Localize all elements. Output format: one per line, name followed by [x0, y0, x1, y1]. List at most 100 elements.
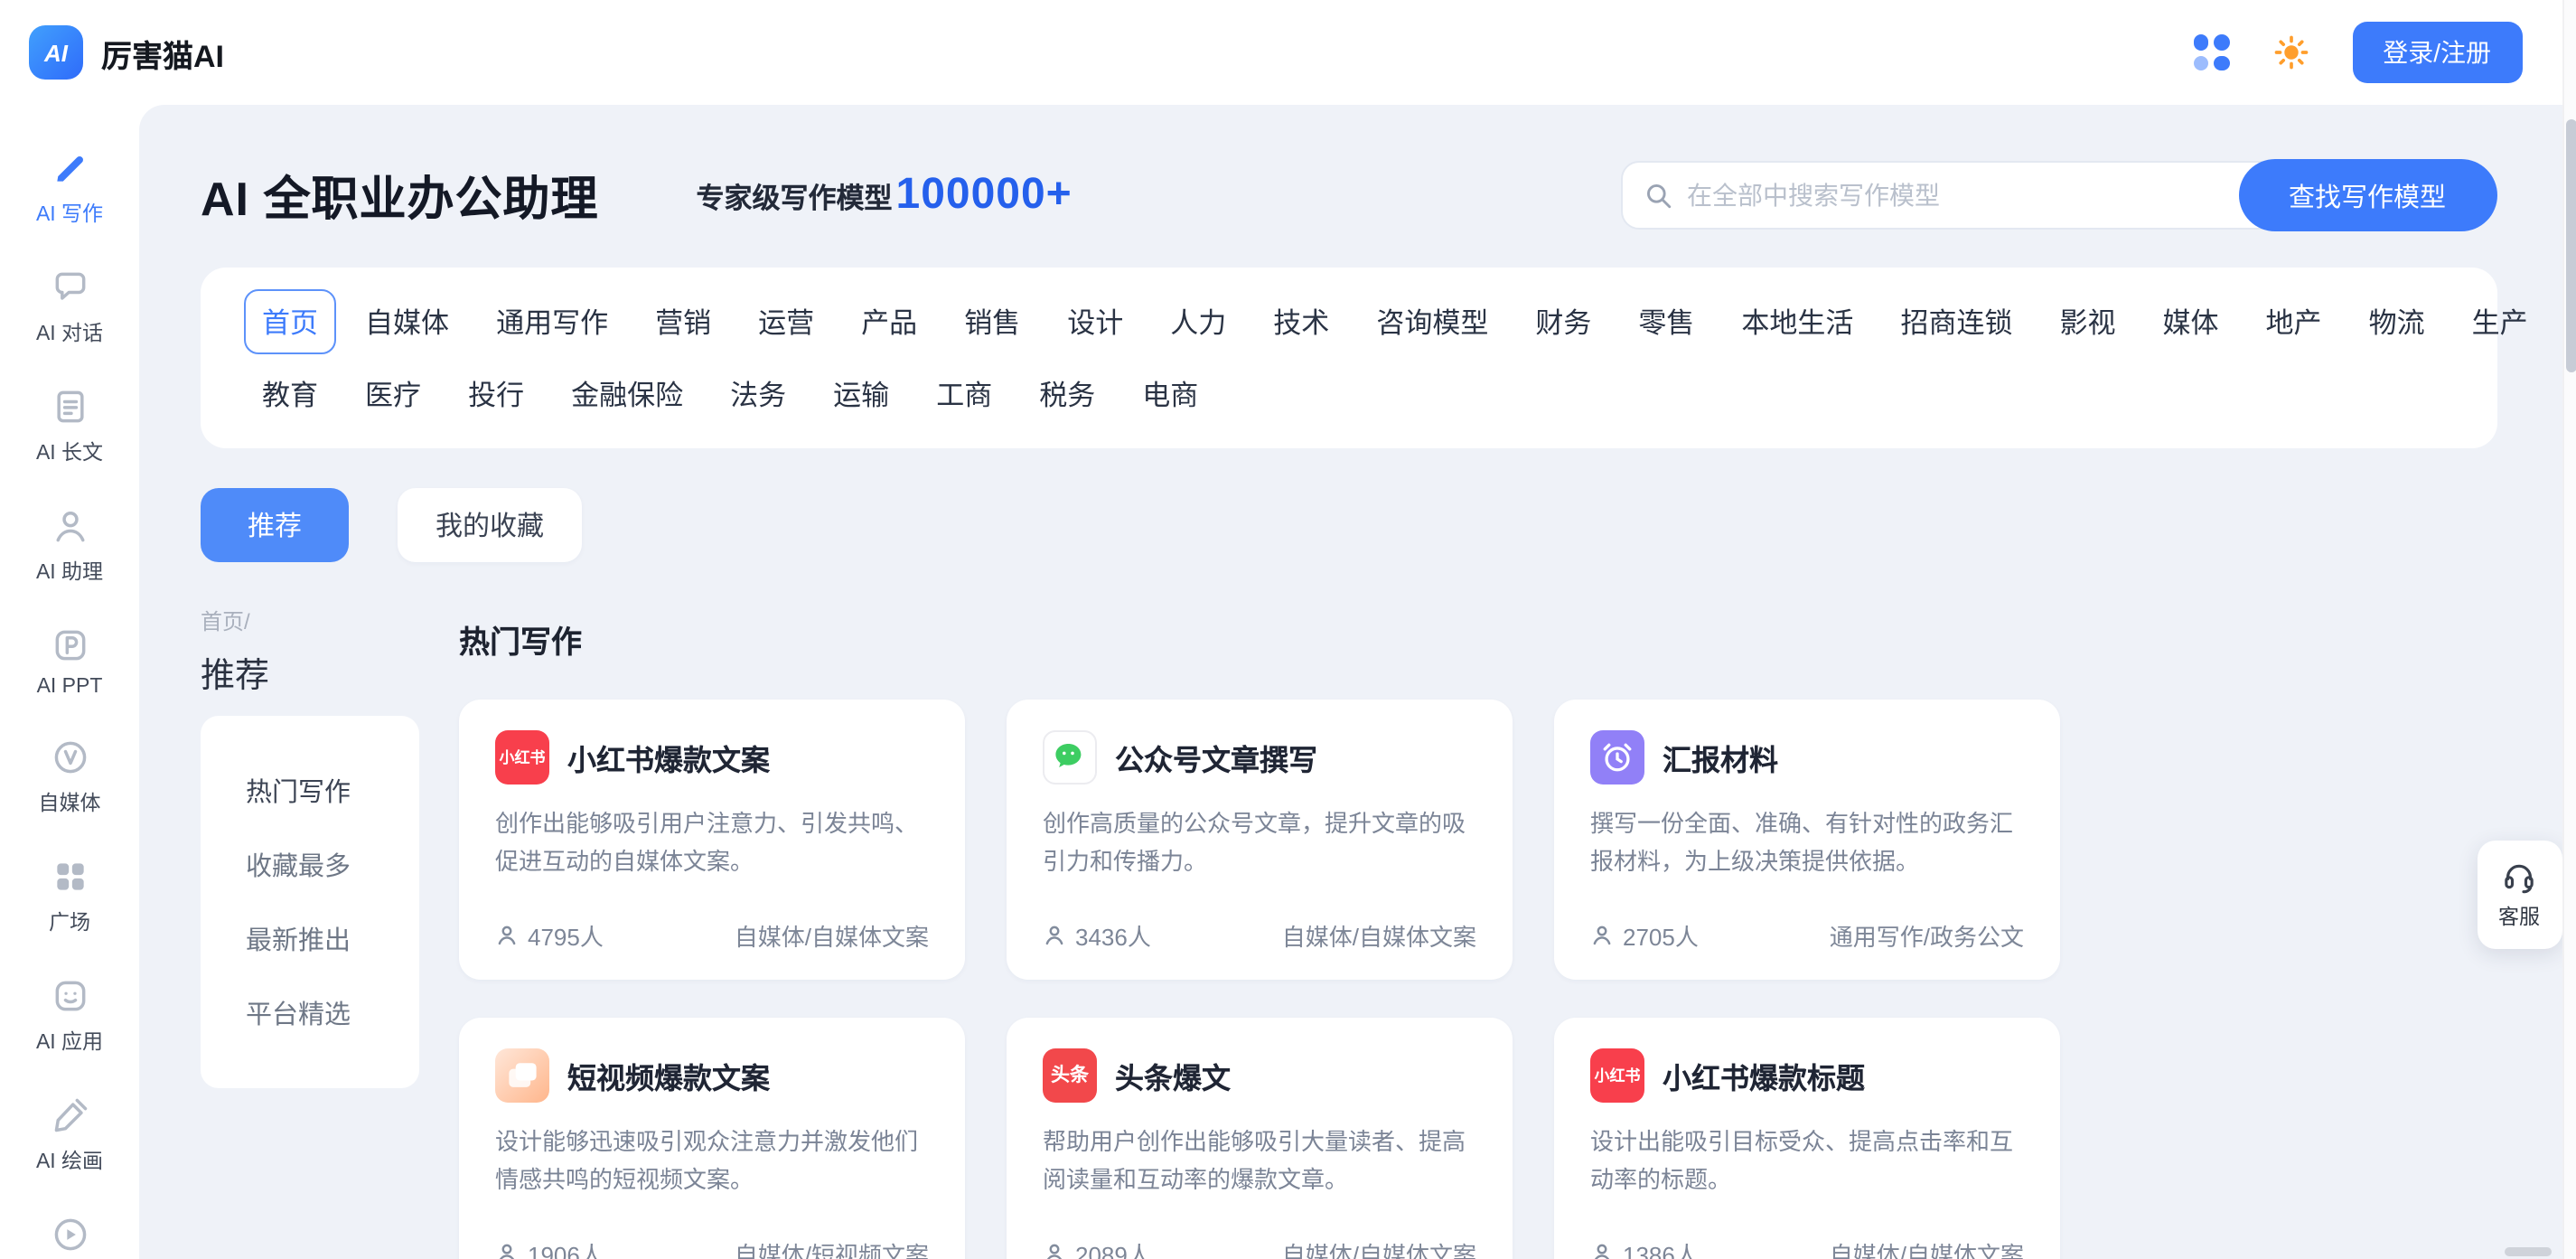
report-clock-icon	[1590, 730, 1644, 785]
model-count-number: 100000+	[896, 170, 1073, 221]
sidebar-item-video-tutorial[interactable]	[0, 1197, 139, 1259]
sidebar-item-ai-assistant[interactable]: AI 助理	[0, 488, 139, 607]
sidebar-item-ai-writing[interactable]: AI 写作	[0, 130, 139, 249]
rail-item-most-favorited[interactable]: 收藏最多	[201, 828, 419, 902]
sidebar-item-ai-apps[interactable]: AI 应用	[0, 958, 139, 1077]
search-button[interactable]: 查找写作模型	[2238, 159, 2496, 231]
left-rail: 首页/ 推荐 热门写作 收藏最多 最新推出 平台精选	[201, 606, 419, 1088]
customer-service-label: 客服	[2498, 902, 2540, 931]
category-tab[interactable]: 法务	[712, 362, 804, 427]
card-title: 小红书爆款文案	[567, 736, 770, 779]
vertical-scrollbar-thumb[interactable]	[2566, 119, 2576, 372]
breadcrumb[interactable]: 首页/	[201, 606, 419, 636]
model-card[interactable]: 短视频爆款文案 设计能够迅速吸引观众注意力并激发他们情感共鸣的短视频文案。 19…	[459, 1018, 965, 1259]
sidebar-item-plaza[interactable]: 广场	[0, 839, 139, 958]
card-category: 通用写作/政务公文	[1830, 918, 2024, 953]
tab-my-favorites[interactable]: 我的收藏	[398, 488, 582, 562]
category-tab[interactable]: 税务	[1021, 362, 1113, 427]
category-tab[interactable]: 电商	[1124, 362, 1216, 427]
card-description: 撰写一份全面、准确、有针对性的政务汇报材料，为上级决策提供依据。	[1590, 804, 2024, 880]
card-footer: 3436人 自媒体/自媒体文案	[1043, 918, 1476, 953]
card-head: 小红书 小红书爆款标题	[1590, 1048, 2024, 1103]
model-card[interactable]: 头条 头条爆文 帮助用户创作出能够吸引大量读者、提高阅读量和互动率的爆款文章。 …	[1007, 1018, 1513, 1259]
rail-title: 推荐	[201, 649, 419, 698]
horizontal-scrollbar-thumb[interactable]	[2504, 1246, 2551, 1256]
rail-item-newest[interactable]: 最新推出	[201, 902, 419, 976]
category-tab[interactable]: 产品	[843, 289, 935, 354]
category-tab[interactable]: 本地生活	[1723, 289, 1871, 354]
category-tab[interactable]: 医疗	[347, 362, 439, 427]
model-card[interactable]: 小红书 小红书爆款文案 创作出能够吸引用户注意力、引发共鸣、促进互动的自媒体文案…	[459, 700, 965, 980]
search-icon	[1642, 180, 1672, 211]
category-tab[interactable]: 金融保险	[553, 362, 701, 427]
media-v-icon	[50, 738, 89, 777]
pencil-icon	[50, 148, 89, 188]
customer-service-button[interactable]: 客服	[2477, 841, 2562, 949]
user-icon	[1043, 1242, 1066, 1259]
category-tab[interactable]: 技术	[1255, 289, 1347, 354]
sidebar-item-ai-paint[interactable]: AI 绘画	[0, 1077, 139, 1197]
card-category: 自媒体/自媒体文案	[735, 918, 929, 953]
person-icon	[50, 506, 89, 546]
rail-item-platform-picks[interactable]: 平台精选	[201, 976, 419, 1050]
card-users: 3436人	[1043, 918, 1151, 953]
category-tab[interactable]: 媒体	[2145, 289, 2237, 354]
model-card[interactable]: 公众号文章撰写 创作高质量的公众号文章，提升文章的吸引力和传播力。 3436人 …	[1007, 700, 1513, 980]
card-footer: 2705人 通用写作/政务公文	[1590, 918, 2024, 953]
brand-name: 厉害猫AI	[101, 30, 224, 75]
category-tab[interactable]: 运营	[740, 289, 832, 354]
category-tab[interactable]: 通用写作	[478, 289, 626, 354]
category-tab[interactable]: 地产	[2248, 289, 2340, 354]
play-circle-icon	[50, 1215, 89, 1254]
feed-tabs: 推荐 我的收藏	[201, 488, 2496, 562]
sidebar-item-ai-chat[interactable]: AI 对话	[0, 249, 139, 369]
category-tab[interactable]: 影视	[2041, 289, 2133, 354]
category-tab[interactable]: 咨询模型	[1358, 289, 1506, 354]
sidebar-item-ai-ppt[interactable]: AI PPT	[0, 607, 139, 719]
section-title: 热门写作	[459, 616, 2060, 662]
card-title: 头条爆文	[1115, 1054, 1231, 1097]
tab-recommended[interactable]: 推荐	[201, 488, 349, 562]
card-title: 短视频爆款文案	[567, 1054, 770, 1097]
category-tab[interactable]: 人力	[1152, 289, 1244, 354]
category-tab[interactable]: 设计	[1049, 289, 1141, 354]
category-tab[interactable]: 投行	[450, 362, 542, 427]
category-tab[interactable]: 招商连锁	[1882, 289, 2030, 354]
category-tab[interactable]: 教育	[244, 362, 336, 427]
model-card[interactable]: 汇报材料 撰写一份全面、准确、有针对性的政务汇报材料，为上级决策提供依据。 27…	[1554, 700, 2060, 980]
model-count: 专家级写作模型 100000+	[696, 170, 1072, 221]
theme-sun-icon[interactable]	[2271, 33, 2310, 72]
category-tab[interactable]: 零售	[1620, 289, 1712, 354]
category-tab[interactable]: 物流	[2351, 289, 2443, 354]
card-head: 公众号文章撰写	[1043, 730, 1476, 785]
main-content: AI 全职业办公助理 专家级写作模型 100000+ 查找写作模型 首页 自媒体	[139, 105, 2576, 1259]
card-users: 2705人	[1590, 918, 1699, 953]
card-title: 汇报材料	[1663, 736, 1778, 779]
model-card[interactable]: 小红书 小红书爆款标题 设计出能吸引目标受众、提高点击率和互动率的标题。 138…	[1554, 1018, 2060, 1259]
category-tab[interactable]: 工商	[918, 362, 1010, 427]
works-section: 热门写作 小红书 小红书爆款文案 创作出能够吸引用户注意力、引发共鸣、促进互动的…	[459, 606, 2060, 1259]
sidebar-item-media[interactable]: 自媒体	[0, 719, 139, 839]
category-tab[interactable]: 自媒体	[347, 289, 467, 354]
plaza-grid-icon	[50, 857, 89, 897]
category-tab[interactable]: 生产	[2454, 289, 2546, 354]
category-tab[interactable]: 运输	[815, 362, 907, 427]
card-footer: 1386人 自媒体/自媒体文案	[1590, 1236, 2024, 1259]
category-tab[interactable]: 营销	[637, 289, 729, 354]
model-count-label: 专家级写作模型	[696, 177, 892, 217]
rail-item-hot-writing[interactable]: 热门写作	[201, 754, 419, 828]
topbar-actions: 登录/注册	[2193, 22, 2543, 83]
category-tab[interactable]: 首页	[244, 289, 336, 354]
sidebar-item-ai-longform[interactable]: AI 长文	[0, 369, 139, 488]
card-users: 1386人	[1590, 1236, 1699, 1259]
apps-grid-icon[interactable]	[2193, 34, 2229, 70]
user-icon	[495, 1242, 519, 1259]
brand[interactable]: AI 厉害猫AI	[29, 25, 224, 80]
category-tab[interactable]: 销售	[946, 289, 1038, 354]
category-row-1: 首页 自媒体 通用写作 营销 运营 产品 销售 设计 人力 技术 咨询模型 财务…	[244, 289, 2453, 354]
category-tab[interactable]: 财务	[1517, 289, 1609, 354]
search-input[interactable]	[1620, 161, 2292, 230]
login-button[interactable]: 登录/注册	[2352, 22, 2522, 83]
smiley-app-icon	[50, 976, 89, 1016]
sidebar: AI 写作 AI 对话 AI 长文 AI 助理 AI PPT 自媒体	[0, 105, 139, 1259]
